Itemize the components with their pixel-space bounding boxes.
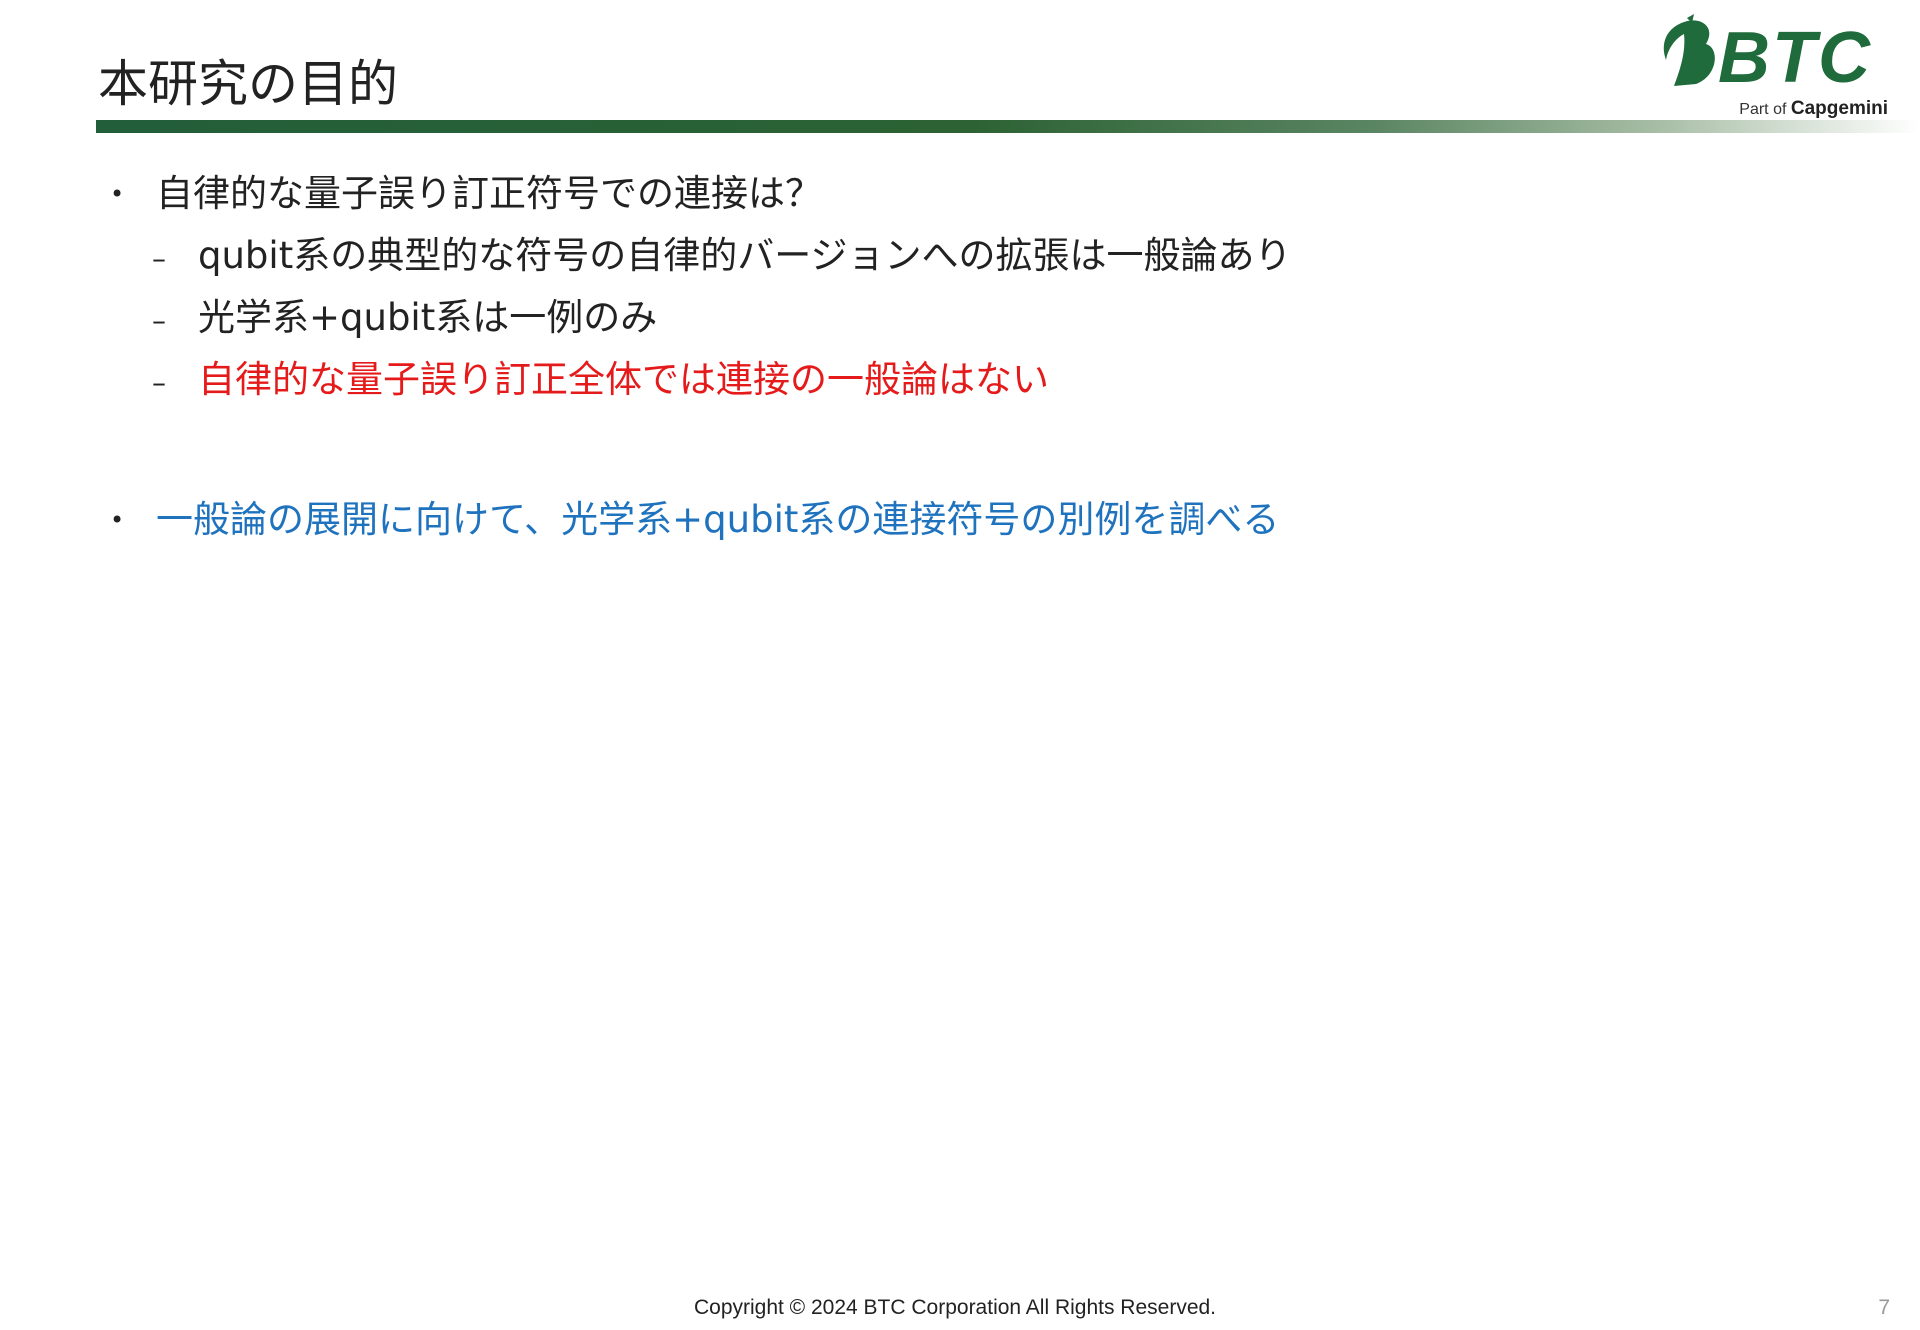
bullet-marker: • bbox=[110, 180, 125, 208]
sub-bullet-marker: – bbox=[152, 366, 166, 399]
sub-bullet-text-red: 自律的な量子誤り訂正全体では連接の一般論はない bbox=[198, 358, 1049, 401]
btc-logo: BTC Part of Capgemini bbox=[1654, 14, 1894, 124]
btc-logo-mark: BTC bbox=[1663, 14, 1872, 96]
bullet-text: 自律的な量子誤り訂正符号での連接は？ bbox=[156, 172, 822, 215]
sub-bullet-marker: – bbox=[152, 304, 166, 337]
logo-capgemini: Capgemini bbox=[1790, 98, 1888, 119]
bullet-text-blue: 一般論の展開に向けて、光学系+qubit系の連接符号の別例を調べる bbox=[156, 498, 1280, 541]
logo-text: BTC bbox=[1718, 18, 1872, 96]
page-number: 7 bbox=[1878, 1296, 1890, 1319]
logo-tagline: Part of Capgemini bbox=[1739, 98, 1888, 120]
sub-bullet-text: 光学系+qubit系は一例のみ bbox=[198, 296, 658, 339]
footer-copyright: Copyright © 2024 BTC Corporation All Rig… bbox=[693, 1296, 1217, 1319]
sub-bullet-text: qubit系の典型的な符号の自律的バージョンへの拡張は一般論あり bbox=[198, 234, 1292, 277]
title-underline-bar bbox=[96, 120, 1920, 133]
bullet-marker: • bbox=[110, 506, 125, 534]
slide-title: 本研究の目的 bbox=[98, 55, 398, 113]
sub-bullet-marker: – bbox=[152, 242, 166, 275]
logo-part-of: Part of bbox=[1739, 101, 1787, 118]
